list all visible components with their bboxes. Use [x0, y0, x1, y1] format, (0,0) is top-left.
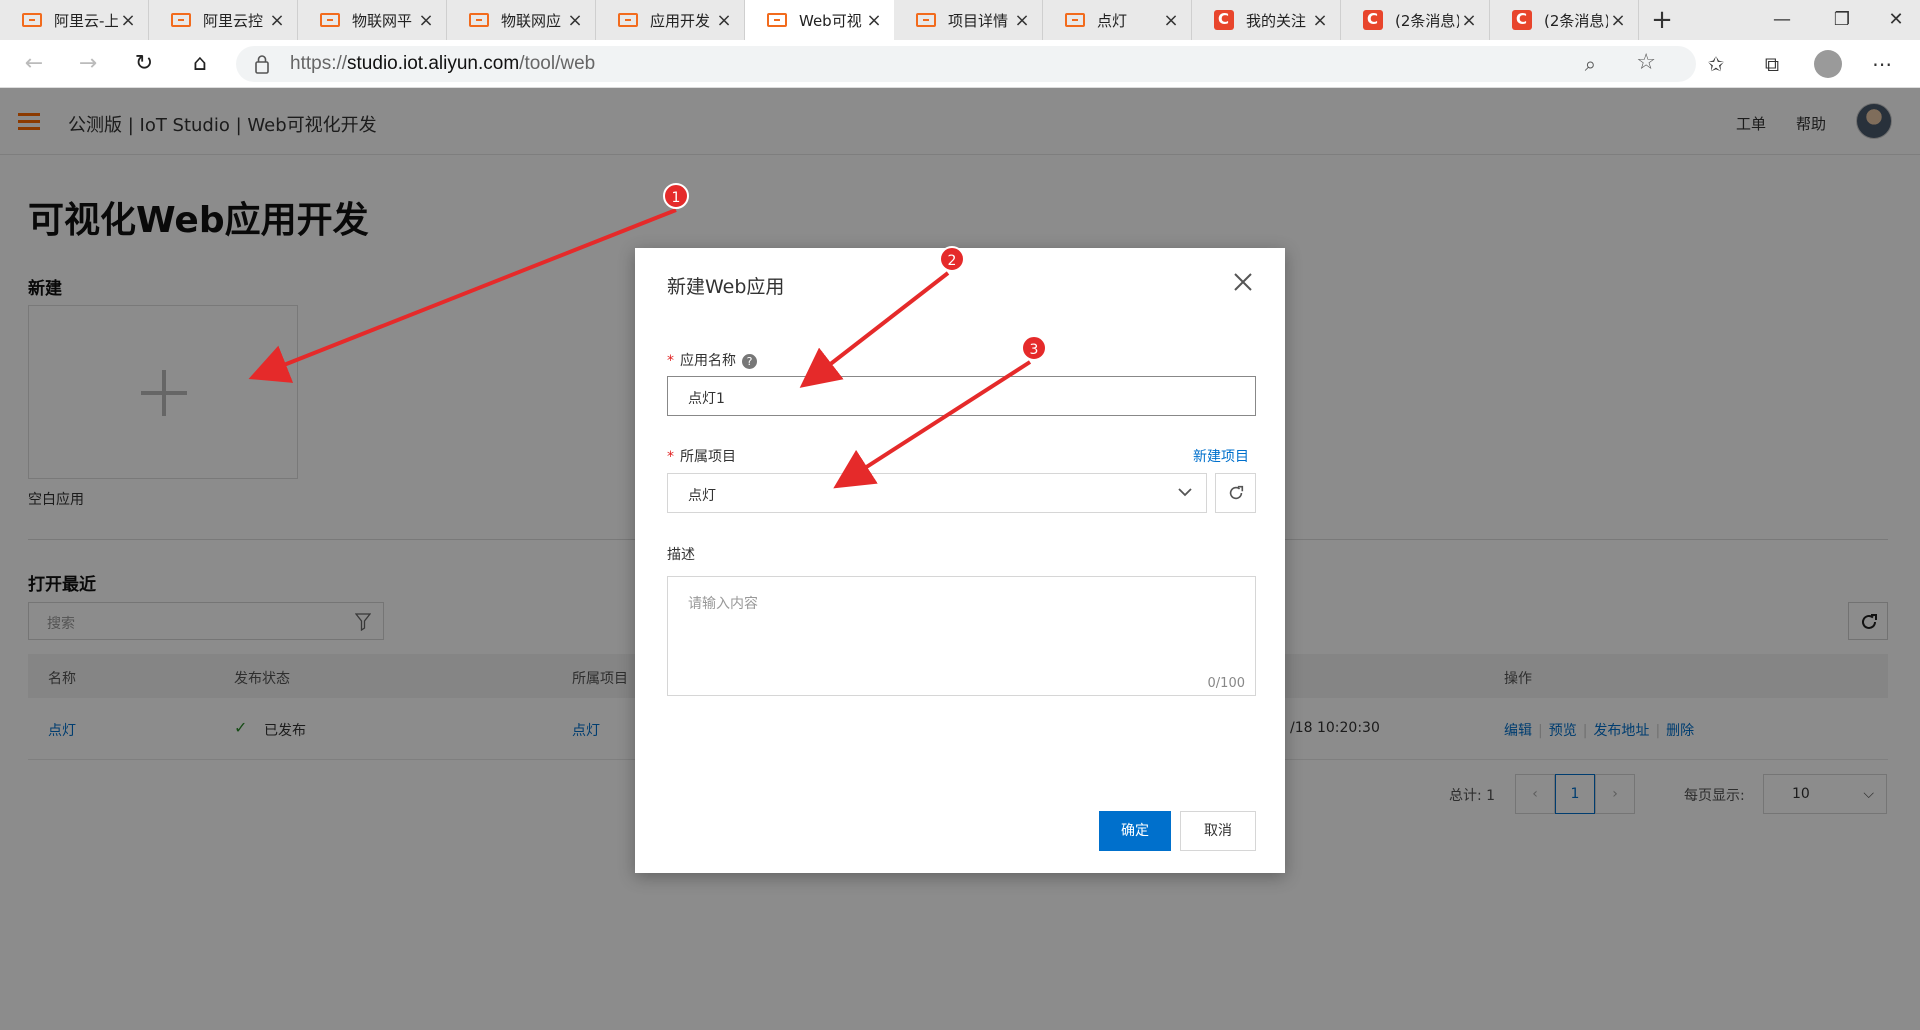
app-name-input[interactable]: 点灯1	[667, 376, 1256, 416]
aliyun-icon	[320, 13, 340, 27]
browser-tab-label: 项目详情	[948, 11, 1009, 30]
tab-close-icon[interactable]: ×	[1310, 10, 1330, 31]
aliyun-icon	[618, 13, 638, 27]
more-menu-icon[interactable]: ⋯	[1862, 46, 1902, 82]
browser-tab-label: 我的关注	[1246, 11, 1307, 30]
browser-tab[interactable]: 项目详情 ×	[894, 0, 1043, 40]
browser-tab-label: 阿里云-上	[54, 11, 118, 30]
lock-icon	[255, 55, 269, 74]
minimize-icon[interactable]: —	[1752, 0, 1812, 40]
restore-icon[interactable]: ❐	[1812, 0, 1872, 40]
close-icon[interactable]	[1231, 270, 1255, 294]
aliyun-icon	[767, 13, 787, 27]
help-icon[interactable]: ?	[742, 353, 757, 369]
annotation-badge-3: 3	[1021, 335, 1047, 361]
new-project-link[interactable]: 新建项目	[1193, 446, 1249, 466]
tab-close-icon[interactable]: ×	[1459, 10, 1479, 31]
description-label: 描述	[667, 547, 695, 563]
browser-tab-label: 物联网平	[352, 11, 413, 30]
browser-tab-label: Web可视	[799, 11, 862, 30]
browser-tab[interactable]: 阿里云-上 ×	[0, 0, 149, 40]
browser-tab-label: 阿里云控	[203, 11, 264, 30]
annotation-badge-1: 1	[663, 183, 689, 209]
close-window-icon[interactable]: ✕	[1866, 0, 1920, 40]
zoom-icon[interactable]: ⌕	[1585, 52, 1596, 76]
browser-tab[interactable]: (2条消息)×	[1341, 0, 1490, 40]
description-placeholder: 请输入内容	[688, 596, 758, 612]
browser-tab[interactable]: 物联网平 ×	[298, 0, 447, 40]
new-web-app-dialog: 新建Web应用 * 应用名称? 点灯1 * 所属项目 新建项目 点灯 描述 请输入内…	[635, 248, 1285, 873]
browser-tab-label: 点灯	[1097, 11, 1128, 30]
cancel-button[interactable]: 取消	[1180, 811, 1256, 851]
description-textarea[interactable]: 请输入内容 0/100	[667, 576, 1256, 696]
favorites-icon[interactable]: ✩	[1696, 46, 1736, 82]
back-icon[interactable]: ←	[16, 46, 52, 82]
refresh-projects-button[interactable]	[1215, 473, 1256, 513]
aliyun-icon	[469, 13, 489, 27]
collections-icon[interactable]: ⧉	[1752, 46, 1792, 82]
browser-tab[interactable]: 我的关注×	[1192, 0, 1341, 40]
url-field[interactable]: https://studio.iot.aliyun.com/tool/web ⌕…	[236, 46, 1696, 82]
browser-tab-label: 应用开发	[650, 11, 711, 30]
char-counter: 0/100	[1207, 676, 1245, 691]
browser-tab-label: (2条消息)	[1395, 11, 1459, 30]
annotation-badge-2: 2	[939, 246, 965, 272]
favorite-star-icon[interactable]: ☆	[1636, 50, 1656, 75]
project-select-value: 点灯	[688, 488, 716, 504]
chevron-down-icon	[1178, 488, 1192, 497]
forward-icon[interactable]: →	[70, 46, 106, 82]
csdn-icon	[1214, 10, 1234, 30]
reload-icon[interactable]: ↻	[126, 46, 162, 82]
browser-tab-label: 物联网应	[501, 11, 562, 30]
aliyun-icon	[916, 13, 936, 27]
aliyun-icon	[1065, 13, 1085, 27]
tab-close-icon[interactable]: ×	[1608, 10, 1628, 31]
home-icon[interactable]: ⌂	[182, 46, 218, 82]
aliyun-icon	[22, 13, 42, 27]
browser-tab[interactable]: 点灯 ×	[1043, 0, 1192, 40]
tab-close-icon[interactable]: ×	[416, 10, 436, 31]
browser-tab-bar: 阿里云-上 × 阿里云控 × 物联网平 × 物联网应 × 应用开发 × Web可视 × 项目详情 × 点灯 ×…	[0, 0, 1920, 40]
browser-tab-label: (2条消息)	[1544, 11, 1608, 30]
tab-close-icon[interactable]: ×	[1161, 10, 1181, 31]
browser-profile-avatar[interactable]	[1814, 50, 1842, 78]
app-name-value: 点灯1	[688, 391, 725, 407]
confirm-button[interactable]: 确定	[1099, 811, 1171, 851]
browser-tab[interactable]: 阿里云控 ×	[149, 0, 298, 40]
app-name-label: * 应用名称?	[667, 350, 757, 370]
project-select[interactable]: 点灯	[667, 473, 1207, 513]
dialog-title: 新建Web应用	[667, 276, 785, 298]
browser-tab[interactable]: 物联网应 ×	[447, 0, 596, 40]
address-bar: ← → ↻ ⌂ https://studio.iot.aliyun.com/to…	[0, 40, 1920, 88]
csdn-icon	[1363, 10, 1383, 30]
new-tab-icon[interactable]: +	[1639, 0, 1685, 40]
aliyun-icon	[171, 13, 191, 27]
url-text: https://studio.iot.aliyun.com/tool/web	[290, 53, 596, 74]
csdn-icon	[1512, 10, 1532, 30]
tab-close-icon[interactable]: ×	[118, 10, 138, 31]
tab-close-icon[interactable]: ×	[565, 10, 585, 31]
tab-close-icon[interactable]: ×	[267, 10, 287, 31]
project-label: * 所属项目	[667, 449, 736, 465]
browser-tab[interactable]: (2条消息)×	[1490, 0, 1639, 40]
tab-close-icon[interactable]: ×	[1012, 10, 1032, 31]
refresh-icon	[1229, 485, 1244, 500]
browser-tab[interactable]: 应用开发 ×	[596, 0, 745, 40]
tab-close-icon[interactable]: ×	[714, 10, 734, 31]
tab-close-icon[interactable]: ×	[864, 10, 884, 31]
browser-tab[interactable]: Web可视 ×	[745, 0, 894, 40]
